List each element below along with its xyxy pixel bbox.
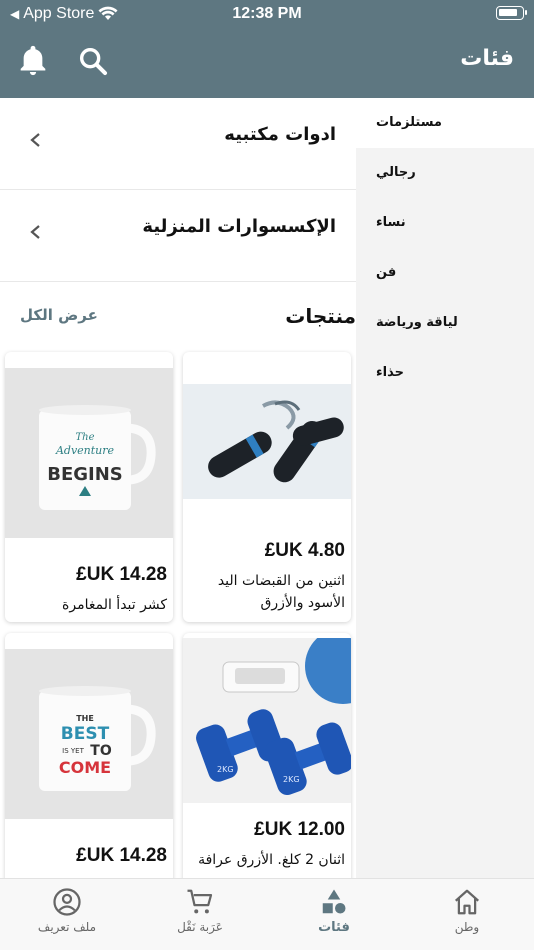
- product-name: كشر تبدأ المغامرة: [62, 597, 167, 613]
- chevron-left-icon: [30, 133, 40, 147]
- subcategory-label: ادوات مكتبيه: [224, 124, 336, 145]
- page-title: فئات: [460, 46, 514, 71]
- status-time: 12:38 PM: [232, 5, 302, 22]
- tab-home[interactable]: وطن: [407, 887, 527, 934]
- product-card-adventure-mug[interactable]: The Adventure BEGINS £UK 14.28 كشر تبدأ …: [5, 352, 173, 622]
- tab-cart[interactable]: عَرَبة نَقْل: [140, 887, 260, 934]
- mug-print-text: BEGINS: [47, 464, 123, 485]
- subcategory-row-home-accessories[interactable]: الإكسسوارات المنزلية: [0, 190, 356, 282]
- product-price: £UK 12.00: [254, 819, 345, 840]
- tab-categories[interactable]: فئات: [274, 887, 394, 935]
- home-icon: [455, 889, 479, 915]
- notifications-button[interactable]: [16, 44, 50, 78]
- tab-label: عَرَبة نَقْل: [177, 920, 223, 934]
- status-bar: ◀ App Store 12:38 PM: [0, 0, 534, 28]
- mug-print-text: IS YET: [62, 747, 84, 755]
- battery-icon: [496, 6, 527, 20]
- product-price: £UK 14.28: [76, 845, 167, 866]
- sidebar-item-label: حذاء: [376, 365, 404, 380]
- product-image: [183, 384, 351, 499]
- dumbbell-print-text: 2KG: [283, 775, 300, 784]
- sidebar-item-label: مستلزمات: [376, 115, 442, 130]
- mug-print-text: COME: [59, 758, 111, 777]
- sidebar-item-art[interactable]: فن: [356, 248, 534, 298]
- category-sidebar: مستلزمات رجالي نساء فن لياقة ورياضة حذاء: [356, 98, 534, 878]
- sidebar-item-label: فن: [376, 265, 397, 280]
- sidebar-item-men[interactable]: رجالي: [356, 148, 534, 198]
- product-name: اثنان 2 كلغ. الأزرق عرافة: [198, 852, 345, 868]
- search-button[interactable]: [76, 44, 110, 78]
- sidebar-item-label: نساء: [376, 215, 406, 230]
- tab-label: وطن: [454, 920, 480, 934]
- product-price: £UK 4.80: [264, 540, 345, 561]
- mug-print-text: The: [75, 432, 94, 443]
- tab-label: فئات: [318, 920, 350, 935]
- sidebar-item-supplies[interactable]: مستلزمات: [356, 98, 534, 148]
- sidebar-item-label: رجالي: [376, 165, 416, 180]
- product-image: The Adventure BEGINS: [5, 368, 173, 538]
- cart-icon: [187, 889, 213, 914]
- bottom-tab-bar: ملف تعريف عَرَبة نَقْل فئات وطن: [0, 878, 534, 950]
- search-icon: [79, 47, 108, 76]
- main-content: ادوات مكتبيه الإكسسوارات المنزلية منتجات…: [0, 98, 356, 878]
- product-card-best-mug[interactable]: THE BEST IS YET TO COME £UK 14.28: [5, 633, 173, 878]
- tab-label: ملف تعريف: [37, 920, 97, 934]
- products-section-title: منتجات: [285, 304, 356, 328]
- profile-icon: [53, 888, 81, 916]
- subcategory-label: الإكسسوارات المنزلية: [142, 216, 336, 237]
- product-card-dumbbells[interactable]: 2KG 2KG £UK 12.00 اثنان 2 كلغ. الأزرق عر…: [183, 633, 351, 878]
- top-bar: ◀ App Store 12:38 PM فئات: [0, 0, 534, 98]
- product-card-hand-grips[interactable]: £UK 4.80 اثنين من القبضات اليد الأسود وا…: [183, 352, 351, 622]
- bell-icon: [20, 45, 46, 76]
- mug-print-text: BEST: [61, 724, 110, 744]
- dumbbell-print-text: 2KG: [217, 765, 234, 774]
- product-image: 2KG 2KG: [183, 633, 351, 803]
- tab-profile[interactable]: ملف تعريف: [7, 887, 127, 934]
- sidebar-item-label: لياقة ورياضة: [376, 315, 458, 330]
- see-all-link[interactable]: عرض الكل: [20, 306, 98, 324]
- product-image: THE BEST IS YET TO COME: [5, 649, 173, 819]
- product-name: اثنين من القبضات اليد الأسود والأزرق: [217, 573, 345, 611]
- sidebar-item-shoes[interactable]: حذاء: [356, 348, 534, 398]
- product-price: £UK 14.28: [76, 564, 167, 585]
- mug-print-text: TO: [90, 743, 112, 759]
- subcategory-row-office-supplies[interactable]: ادوات مكتبيه: [0, 98, 356, 190]
- sidebar-item-fitness[interactable]: لياقة ورياضة: [356, 298, 534, 348]
- mug-print-text: Adventure: [55, 444, 115, 457]
- chevron-left-icon: [30, 225, 40, 239]
- sidebar-item-women[interactable]: نساء: [356, 198, 534, 248]
- mug-print-text: THE: [76, 714, 94, 723]
- categories-icon: [322, 889, 346, 914]
